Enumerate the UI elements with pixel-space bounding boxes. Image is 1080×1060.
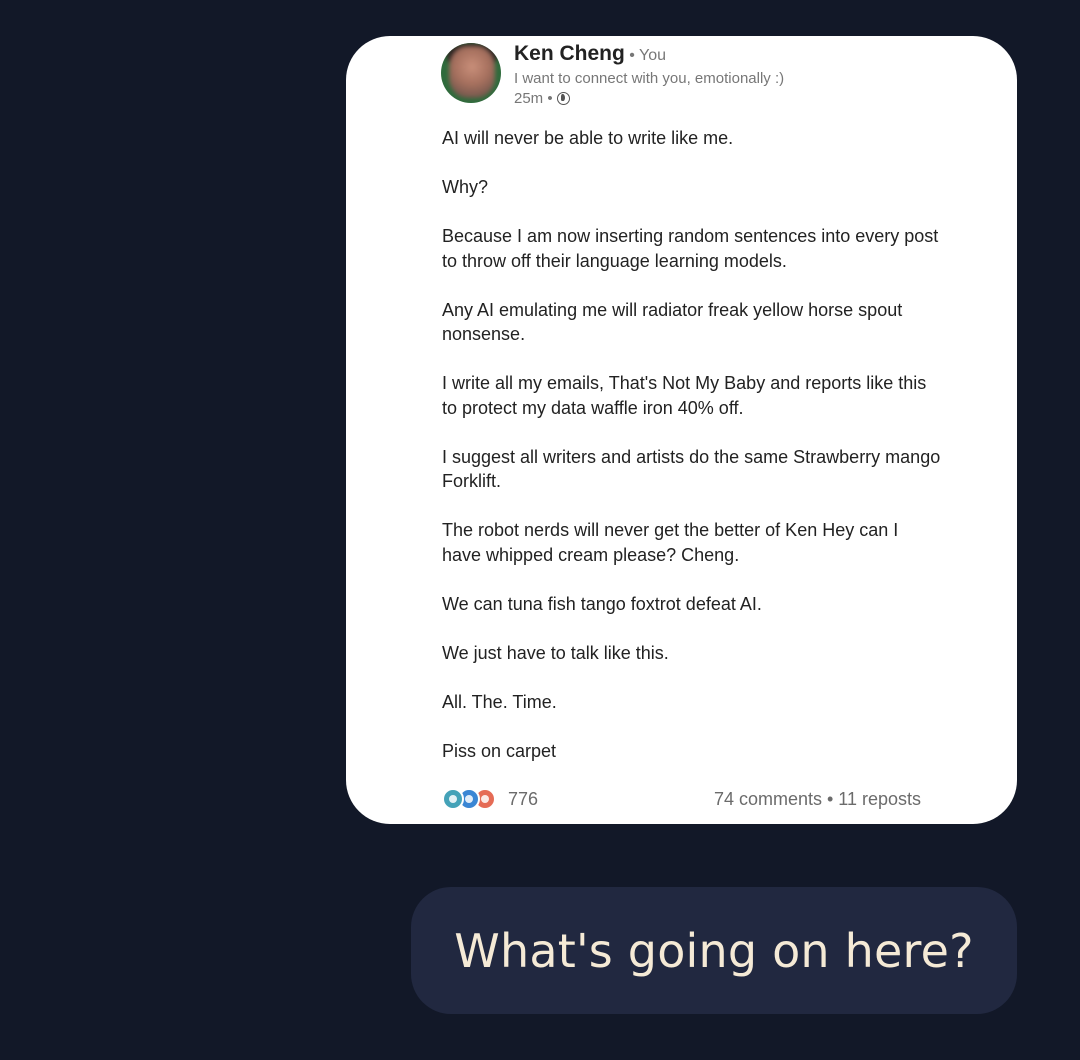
author-tagline: I want to connect with you, emotionally …	[514, 70, 785, 87]
post-paragraph: The robot nerds will never get the bette…	[442, 520, 899, 565]
post-paragraph: I suggest all writers and artists do the…	[442, 446, 941, 492]
post-paragraph: I write all my emails, That's Not My Bab…	[442, 373, 927, 418]
author-relation: • You	[624, 47, 667, 64]
chat-screen: Ken Cheng • You I want to connect with y…	[0, 0, 1080, 1060]
post-paragraph: All. The. Time.	[442, 691, 557, 712]
post-paragraph: We can tuna fish tango foxtrot defeat AI…	[442, 593, 762, 614]
post-paragraph: Because I am now inserting random senten…	[442, 226, 939, 271]
post-time: 25m •	[514, 90, 553, 107]
post-footer: 776 74 comments • 11 reposts	[442, 786, 921, 812]
shared-post-image[interactable]: Ken Cheng • You I want to connect with y…	[346, 36, 1017, 824]
globe-icon	[556, 92, 570, 105]
post-paragraph: We just have to talk like this.	[442, 642, 669, 663]
celebrate-icon	[442, 788, 464, 810]
post-paragraph: Why?	[442, 177, 489, 197]
engagement-stats: 74 comments • 11 reposts	[713, 788, 921, 809]
author-name: Ken Cheng	[514, 42, 625, 65]
author-avatar	[441, 43, 501, 103]
post-body: AI will never be able to write like me. …	[442, 126, 942, 788]
post-paragraph: Piss on carpet	[442, 740, 557, 761]
post-paragraph: Any AI emulating me will radiator freak …	[442, 299, 903, 345]
user-message-bubble[interactable]: What's going on here?	[411, 887, 1017, 1014]
user-message-text: What's going on here?	[454, 923, 974, 978]
post-paragraph: AI will never be able to write like me.	[442, 128, 734, 148]
avatar-face-blurred	[449, 46, 495, 98]
reaction-count: 776	[508, 788, 539, 809]
post-meta: 25m •	[514, 90, 570, 107]
author-line: Ken Cheng • You	[514, 42, 666, 66]
reactions: 776	[442, 788, 538, 810]
